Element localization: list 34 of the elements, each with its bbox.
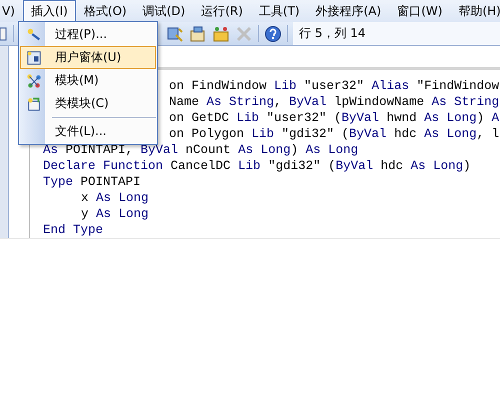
menu-option[interactable]: 类模块(C) — [20, 92, 156, 115]
procedure-icon — [26, 26, 42, 42]
toolbox-icon[interactable] — [212, 24, 230, 42]
menu-item[interactable]: 格式(O) — [76, 0, 135, 22]
module-icon — [26, 72, 42, 88]
code-line: Name As String, ByVal lpWindowName As String — [169, 95, 500, 109]
code-line: on GetDC Lib "user32" (ByVal hwnd As Long) A — [169, 111, 500, 125]
cursor-position: 行 5，列 14 — [293, 22, 500, 45]
properties-icon[interactable] — [189, 24, 207, 42]
class-module-icon — [26, 96, 42, 112]
code-line: End Type — [43, 223, 104, 237]
help-icon[interactable] — [264, 24, 282, 42]
menu-option[interactable]: 用户窗体(U) — [20, 46, 156, 69]
menu-option[interactable]: 文件(L)... — [20, 120, 156, 143]
code-line: x As Long — [81, 191, 149, 205]
menu-item[interactable]: 帮助(H) — [450, 0, 500, 22]
menu-item[interactable]: V) — [0, 1, 23, 21]
object-browser-icon[interactable] — [166, 24, 184, 42]
code-line: Declare Function CancelDC Lib "gdi32" (ByVal hdc As Long) — [43, 159, 471, 173]
menu-item[interactable]: 插入(I) — [22, 0, 76, 22]
menu-item[interactable]: 工具(T) — [250, 0, 308, 22]
code-line: on FindWindow Lib "user32" Alias "FindWindow — [169, 79, 500, 93]
menu-item[interactable]: 外接程序(A) — [308, 0, 390, 22]
code-line: on Polygon Lib "gdi32" (ByVal hdc As Long, l — [169, 127, 500, 141]
form-icon — [26, 50, 42, 66]
code-line: Type POINTAPI — [43, 175, 141, 189]
menu-option[interactable]: 模块(M) — [20, 69, 156, 92]
code-line: y As Long — [81, 207, 149, 221]
menu-item[interactable]: 调试(D) — [134, 0, 194, 22]
menu-item[interactable]: 窗口(W) — [389, 0, 450, 22]
code-line: As POINTAPI, ByVal nCount As Long) As Long — [43, 143, 358, 157]
menu-option[interactable]: 过程(P)... — [20, 23, 156, 46]
document-icon[interactable] — [0, 26, 8, 42]
menu-item[interactable]: 运行(R) — [193, 0, 251, 22]
